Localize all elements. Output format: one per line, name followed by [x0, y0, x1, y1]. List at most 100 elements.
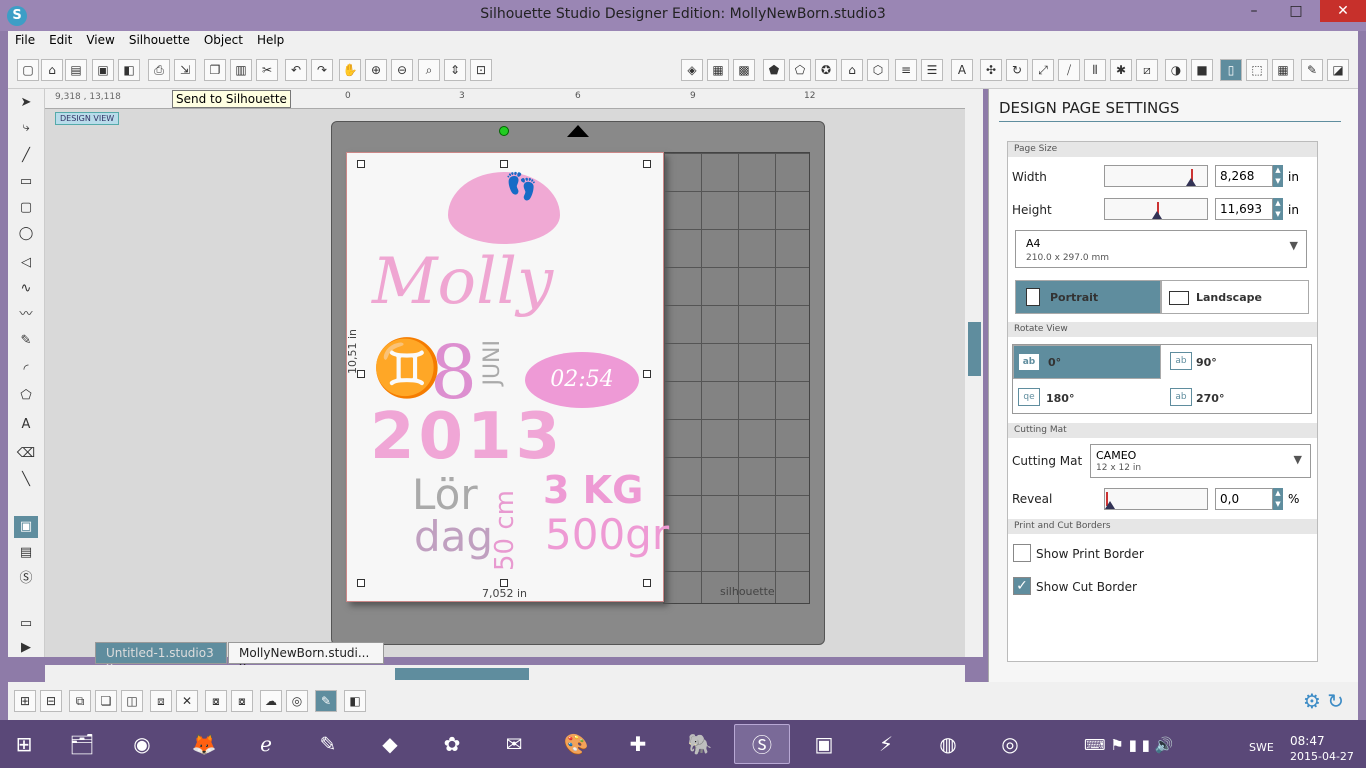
- slider-thumb[interactable]: [1105, 501, 1115, 509]
- menu-view[interactable]: View: [79, 31, 121, 51]
- shape-style-icon[interactable]: ⬟: [763, 59, 785, 81]
- width-slider[interactable]: [1104, 165, 1208, 187]
- slider-thumb[interactable]: [1152, 211, 1162, 219]
- file-explorer-icon[interactable]: 🗂: [54, 724, 110, 764]
- chrome-icon[interactable]: ◉: [114, 724, 170, 764]
- resize-handle[interactable]: [500, 160, 508, 168]
- menu-file[interactable]: File: [8, 31, 42, 51]
- maximize-button[interactable]: □: [1276, 0, 1316, 22]
- select-all-icon[interactable]: ⊞: [14, 690, 36, 712]
- pdf-icon[interactable]: ◧: [344, 690, 366, 712]
- resize-handle[interactable]: [643, 370, 651, 378]
- close-button[interactable]: ✕: [1320, 0, 1366, 22]
- shear-icon[interactable]: ⧸: [1058, 59, 1080, 81]
- rotate-180-icon[interactable]: qe: [1018, 388, 1040, 406]
- design-weight-text[interactable]: 3 KG: [543, 468, 643, 512]
- keyboard-icon[interactable]: ⌨ ⚑ ▮ ▮ 🔊: [1084, 736, 1173, 754]
- design-weight-text-2[interactable]: 500gr: [545, 510, 669, 559]
- fill-pattern-icon[interactable]: ▩: [733, 59, 755, 81]
- align-icon[interactable]: ⫴: [1084, 59, 1106, 81]
- paste-icon[interactable]: ▥: [230, 59, 252, 81]
- polygon-tool-icon[interactable]: ◁: [14, 252, 38, 274]
- page-icon[interactable]: ▯: [1220, 59, 1242, 81]
- reveal-input[interactable]: 0,0: [1215, 488, 1273, 510]
- fit-all-icon[interactable]: ⊡: [470, 59, 492, 81]
- firefox-icon[interactable]: 🦊: [176, 724, 232, 764]
- open-folder-icon[interactable]: ⌂: [41, 59, 63, 81]
- ungroup-icon[interactable]: ❏: [95, 690, 117, 712]
- cutting-mat-dropdown[interactable]: CAMEO 12 x 12 in ▼: [1090, 444, 1311, 478]
- knife-icon[interactable]: ⧄: [1136, 59, 1158, 81]
- move-icon[interactable]: ✣: [980, 59, 1002, 81]
- menu-object[interactable]: Object: [197, 31, 250, 51]
- app-red-icon[interactable]: ◍: [920, 724, 976, 764]
- zoom-select-icon[interactable]: ⌕: [418, 59, 440, 81]
- paint-icon[interactable]: 🎨: [548, 724, 604, 764]
- height-slider[interactable]: [1104, 198, 1208, 220]
- rotate-handle[interactable]: [499, 126, 509, 136]
- puzzle-icon[interactable]: ✚: [610, 724, 666, 764]
- fill-color-icon[interactable]: ▦: [707, 59, 729, 81]
- new-document-icon[interactable]: ▢: [17, 59, 39, 81]
- page-size-dropdown[interactable]: A4 210.0 x 297.0 mm ▼: [1015, 230, 1307, 268]
- vertical-scroll-thumb[interactable]: [968, 322, 981, 376]
- resize-handle[interactable]: [643, 160, 651, 168]
- resize-handle[interactable]: [357, 160, 365, 168]
- panel-toggle-icon[interactable]: ▭: [14, 613, 38, 635]
- print-icon[interactable]: ⎙: [148, 59, 170, 81]
- rotate-270-label[interactable]: 270°: [1196, 392, 1224, 405]
- library-view-icon[interactable]: ▤: [14, 542, 38, 564]
- width-spinner[interactable]: ▲ ▼: [1273, 165, 1283, 187]
- smooth-freehand-icon[interactable]: ✎: [14, 330, 38, 352]
- landscape-button[interactable]: Landscape: [1161, 280, 1309, 314]
- knife-tool-icon[interactable]: ╲: [14, 469, 38, 491]
- resize-handle[interactable]: [643, 579, 651, 587]
- app-fx-icon[interactable]: ⚡: [858, 724, 914, 764]
- zoom-in-icon[interactable]: ⊕: [365, 59, 387, 81]
- show-print-border-checkbox[interactable]: [1013, 544, 1031, 562]
- grid-icon[interactable]: ▦: [1272, 59, 1294, 81]
- duplicate-icon[interactable]: ⧈: [150, 690, 172, 712]
- clock-time[interactable]: 08:47: [1290, 734, 1325, 748]
- fit-to-page-icon[interactable]: ⇕: [444, 59, 466, 81]
- cut-settings-icon[interactable]: ✎: [1301, 59, 1323, 81]
- freehand-tool-icon[interactable]: 〰: [14, 304, 38, 326]
- app-blue-icon[interactable]: ◆: [362, 724, 418, 764]
- rounded-rect-tool-icon[interactable]: ▢: [14, 197, 38, 219]
- tab-untitled[interactable]: Untitled-1.studio3 x: [95, 642, 227, 674]
- clock-date[interactable]: 2015-04-27: [1290, 750, 1354, 763]
- height-input[interactable]: 11,693: [1215, 198, 1273, 220]
- minimize-button[interactable]: –: [1234, 0, 1274, 22]
- offset-circles-icon[interactable]: ◎: [286, 690, 308, 712]
- design-weekday-text-2[interactable]: dag: [414, 512, 493, 561]
- line-style-icon[interactable]: ✪: [815, 59, 837, 81]
- rotate-270-icon[interactable]: ab: [1170, 388, 1192, 406]
- eraser-tool-icon[interactable]: ⌫: [14, 443, 38, 465]
- save-to-library-icon[interactable]: ◧: [118, 59, 140, 81]
- pan-hand-icon[interactable]: ✋: [339, 59, 361, 81]
- send-to-silhouette-icon[interactable]: ⇲: [174, 59, 196, 81]
- rotate-90-label[interactable]: 90°: [1196, 356, 1217, 369]
- save-icon[interactable]: ▣: [92, 59, 114, 81]
- resize-handle[interactable]: [500, 579, 508, 587]
- weld-icon[interactable]: ☁: [260, 690, 282, 712]
- arc-tool-icon[interactable]: ◜: [14, 359, 38, 381]
- store-view-icon[interactable]: Ⓢ: [14, 568, 38, 590]
- select-arrow-icon[interactable]: ➤: [14, 92, 38, 114]
- trace-wand-icon[interactable]: ✎: [315, 690, 337, 712]
- design-store-icon[interactable]: ◑: [1165, 59, 1187, 81]
- pentagon-tool-icon[interactable]: ⬠: [14, 385, 38, 407]
- undo-icon[interactable]: ↶: [285, 59, 307, 81]
- rotate-0-button[interactable]: ab 0°: [1013, 345, 1161, 379]
- send-icon[interactable]: ◪: [1327, 59, 1349, 81]
- design-view-icon[interactable]: ▣: [14, 516, 38, 538]
- cut-icon[interactable]: ✂: [256, 59, 278, 81]
- height-spinner[interactable]: ▲ ▼: [1273, 198, 1283, 220]
- reveal-slider[interactable]: [1104, 488, 1208, 510]
- app-orange-icon[interactable]: ▣: [796, 724, 852, 764]
- zoom-out-icon[interactable]: ⊖: [391, 59, 413, 81]
- thunderbird-icon[interactable]: ✉: [486, 724, 542, 764]
- picasa-icon[interactable]: ✿: [424, 724, 480, 764]
- compound-path-icon[interactable]: ◫: [121, 690, 143, 712]
- menu-help[interactable]: Help: [250, 31, 291, 51]
